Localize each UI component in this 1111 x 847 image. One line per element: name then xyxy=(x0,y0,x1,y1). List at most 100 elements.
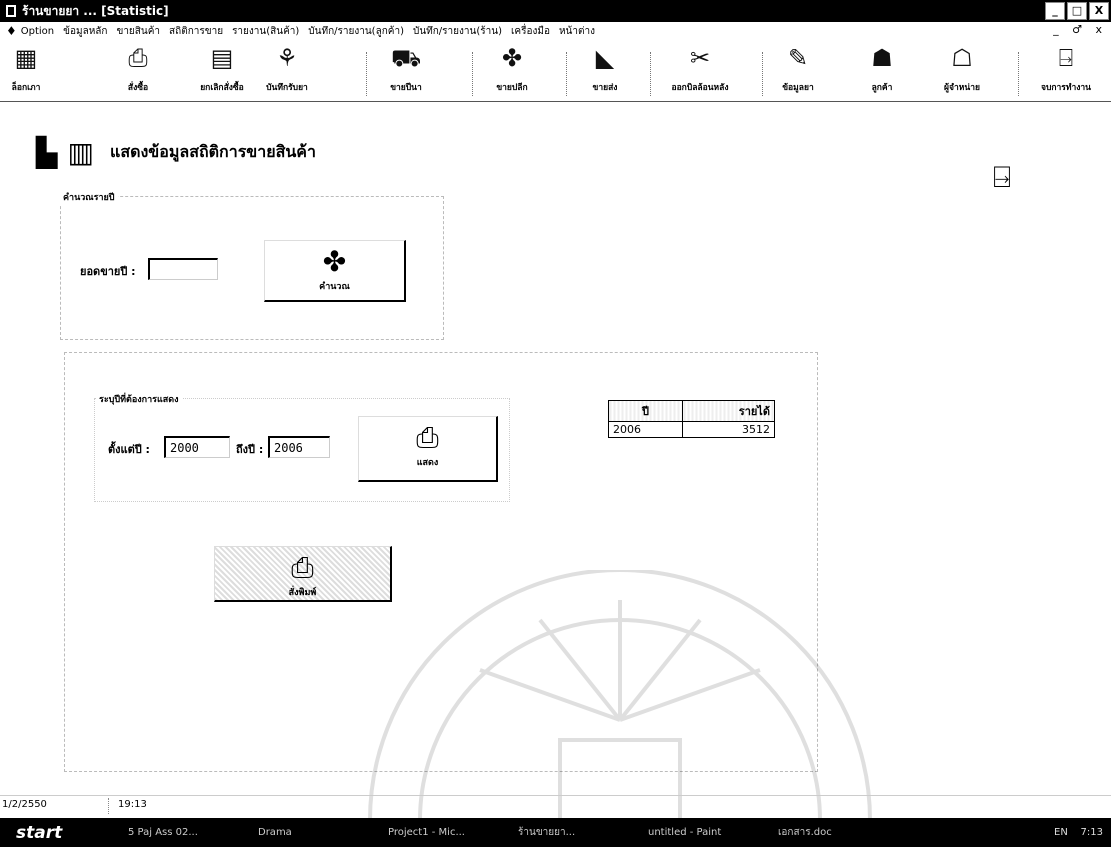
info-icon: ✎ xyxy=(787,44,809,72)
taskbar-item[interactable]: ร้านขายยา... xyxy=(510,825,640,840)
page-header: ▙ ▥ แสดงข้อมูลสถิติการขายสินค้า xyxy=(36,136,316,169)
app-icon[interactable] xyxy=(6,5,16,17)
calculate-button[interactable]: ✤ คำนวณ xyxy=(264,240,406,302)
close-button[interactable]: X xyxy=(1089,2,1109,20)
income-column-header[interactable]: รายได้ xyxy=(682,400,775,422)
toolbar-label: จบการทำงาน xyxy=(1041,83,1091,93)
printer-icon: ⎙ xyxy=(128,44,148,72)
bookshelf-icon: ▥ xyxy=(67,136,95,169)
taskbar-item[interactable]: 5 Paj Ass 02... xyxy=(120,827,250,838)
toolbar-sell-button[interactable]: ⛟ ขายปีนา xyxy=(380,42,432,98)
system-tray: EN 7:13 xyxy=(1054,827,1111,838)
mdi-child-controls[interactable]: _ ♂ x xyxy=(1053,23,1107,36)
menu-app-icon: ♦ xyxy=(6,24,17,38)
status-separator xyxy=(108,798,109,814)
box-icon: ◣ xyxy=(595,44,615,72)
menu-master-data[interactable]: ข้อมูลหลัก xyxy=(63,24,107,39)
menu-statistics[interactable]: สถิติการขาย xyxy=(169,24,223,39)
menu-option[interactable]: Option xyxy=(21,26,54,37)
receive-icon: ⚘ xyxy=(276,44,298,72)
pills-icon: ✤ xyxy=(322,245,347,278)
range-group-label: ระบุปีที่ต้องการแสดง xyxy=(96,392,182,406)
truck-icon: ⛟ xyxy=(391,44,422,72)
pills-icon: ✤ xyxy=(501,44,523,72)
status-date: 1/2/2550 xyxy=(2,799,47,810)
menu-customer-report[interactable]: บันทึก/รายงาน(ลูกค้า) xyxy=(308,24,404,39)
toolbar-backdated-bill-button[interactable]: ✂ ออกบิลล้อนหลัง xyxy=(654,42,746,98)
exit-icon: ⍈ xyxy=(1058,44,1074,72)
table-header-row: ปี รายได้ xyxy=(608,400,775,422)
calculate-button-label: คำนวณ xyxy=(319,282,350,292)
window-title: ร้านขายยา ... [Statistic] xyxy=(22,3,169,18)
show-button-label: แสดง xyxy=(416,458,439,468)
supplier-icon: ☖ xyxy=(951,44,973,72)
language-indicator[interactable]: EN xyxy=(1054,827,1068,838)
watermark-seal xyxy=(368,570,872,820)
toolbar-exit-button[interactable]: ⍈ จบการทำงาน xyxy=(1026,42,1106,98)
window-controls: _ □ X xyxy=(1045,2,1109,20)
toolbar-separator xyxy=(472,52,473,96)
grid-icon: ▦ xyxy=(14,44,38,72)
customer-icon: ☗ xyxy=(871,44,893,72)
annual-sales-label: ยอดขายปี : xyxy=(80,265,136,278)
toolbar-retail-button[interactable]: ✤ ขายปลีก xyxy=(486,42,538,98)
toolbar-label: ออกบิลล้อนหลัง xyxy=(671,83,729,93)
menu-tools[interactable]: เครื่องมือ xyxy=(511,24,550,39)
toolbar: ▦ ล็อกเภา ⎙ สั่งซื้อ ▤ ยกเลิกสั่งซื้อ ⚘ … xyxy=(0,40,1111,102)
form-exit-icon[interactable]: ⍈ xyxy=(982,160,1022,198)
toolbar-label: ลูกค้า xyxy=(871,83,893,93)
taskbar-item[interactable]: untitled - Paint xyxy=(640,827,770,838)
toolbar-separator xyxy=(566,52,567,96)
toolbar-label: สั่งซื้อ xyxy=(127,83,149,93)
menu-sell[interactable]: ขายสินค้า xyxy=(116,24,160,39)
menu-store-report[interactable]: บันทึก/รายงาน(ร้าน) xyxy=(413,24,502,39)
status-time: 19:13 xyxy=(118,799,147,810)
income-cell: 3512 xyxy=(682,421,775,438)
toolbar-label: ล็อกเภา xyxy=(11,83,41,93)
toolbar-separator xyxy=(366,52,367,96)
tray-clock: 7:13 xyxy=(1080,827,1103,838)
toolbar-customer-button[interactable]: ☗ ลูกค้า xyxy=(858,42,906,98)
toolbar-lock-button[interactable]: ▦ ล็อกเภา xyxy=(4,42,48,98)
calc-year-group-label: คำนวณรายปี xyxy=(60,190,118,204)
toolbar-separator xyxy=(762,52,763,96)
result-table: ปี รายได้ 2006 3512 xyxy=(608,400,775,438)
toolbar-order-button[interactable]: ⎙ สั่งซื้อ xyxy=(118,42,158,98)
toolbar-label: ยกเลิกสั่งซื้อ xyxy=(200,83,244,93)
toolbar-label: ผู้จำหน่าย xyxy=(944,83,980,93)
annual-sales-input[interactable] xyxy=(148,258,218,280)
menu-product-report[interactable]: รายงาน(สินค้า) xyxy=(232,24,299,39)
bill-icon: ✂ xyxy=(689,44,711,72)
table-row[interactable]: 2006 3512 xyxy=(608,421,775,438)
maximize-button[interactable]: □ xyxy=(1067,2,1087,20)
toolbar-label: บันทึกรับยา xyxy=(266,83,308,93)
year-cell: 2006 xyxy=(608,421,683,438)
toolbar-cancel-order-button[interactable]: ▤ ยกเลิกสั่งซื้อ xyxy=(186,42,258,98)
start-button[interactable]: start xyxy=(0,823,120,843)
menu-window[interactable]: หน้าต่าง xyxy=(559,24,595,39)
toolbar-separator xyxy=(1018,52,1019,96)
printer-icon: ⎙ xyxy=(416,421,439,454)
page-title: แสดงข้อมูลสถิติการขายสินค้า xyxy=(110,142,316,161)
title-bar: ร้านขายยา ... [Statistic] _ □ X xyxy=(0,0,1111,22)
toolbar-drug-info-button[interactable]: ✎ ข้อมูลยา xyxy=(774,42,822,98)
toolbar-supplier-button[interactable]: ☖ ผู้จำหน่าย xyxy=(934,42,990,98)
taskbar: start 5 Paj Ass 02... Drama Project1 - M… xyxy=(0,818,1111,847)
from-year-input[interactable]: 2000 xyxy=(164,436,230,458)
to-year-input[interactable]: 2006 xyxy=(268,436,330,458)
year-column-header[interactable]: ปี xyxy=(608,400,683,422)
toolbar-wholesale-button[interactable]: ◣ ขายส่ง xyxy=(580,42,630,98)
books-icon: ▙ xyxy=(36,136,58,169)
to-year-label: ถึงปี : xyxy=(236,443,264,456)
taskbar-item[interactable]: Drama xyxy=(250,827,380,838)
from-year-label: ตั้งแต่ปี : xyxy=(108,443,150,456)
show-button[interactable]: ⎙ แสดง xyxy=(358,416,498,482)
toolbar-separator xyxy=(650,52,651,96)
taskbar-item[interactable]: Project1 - Mic... xyxy=(380,827,510,838)
toolbar-label: ขายปลีก xyxy=(496,83,528,93)
toolbar-label: ขายส่ง xyxy=(592,83,618,93)
minimize-button[interactable]: _ xyxy=(1045,2,1065,20)
taskbar-item[interactable]: เอกสาร.doc xyxy=(770,825,900,840)
menu-bar: ♦ Option ข้อมูลหลัก ขายสินค้า สถิติการขา… xyxy=(0,22,1111,40)
toolbar-receive-button[interactable]: ⚘ บันทึกรับยา xyxy=(256,42,318,98)
